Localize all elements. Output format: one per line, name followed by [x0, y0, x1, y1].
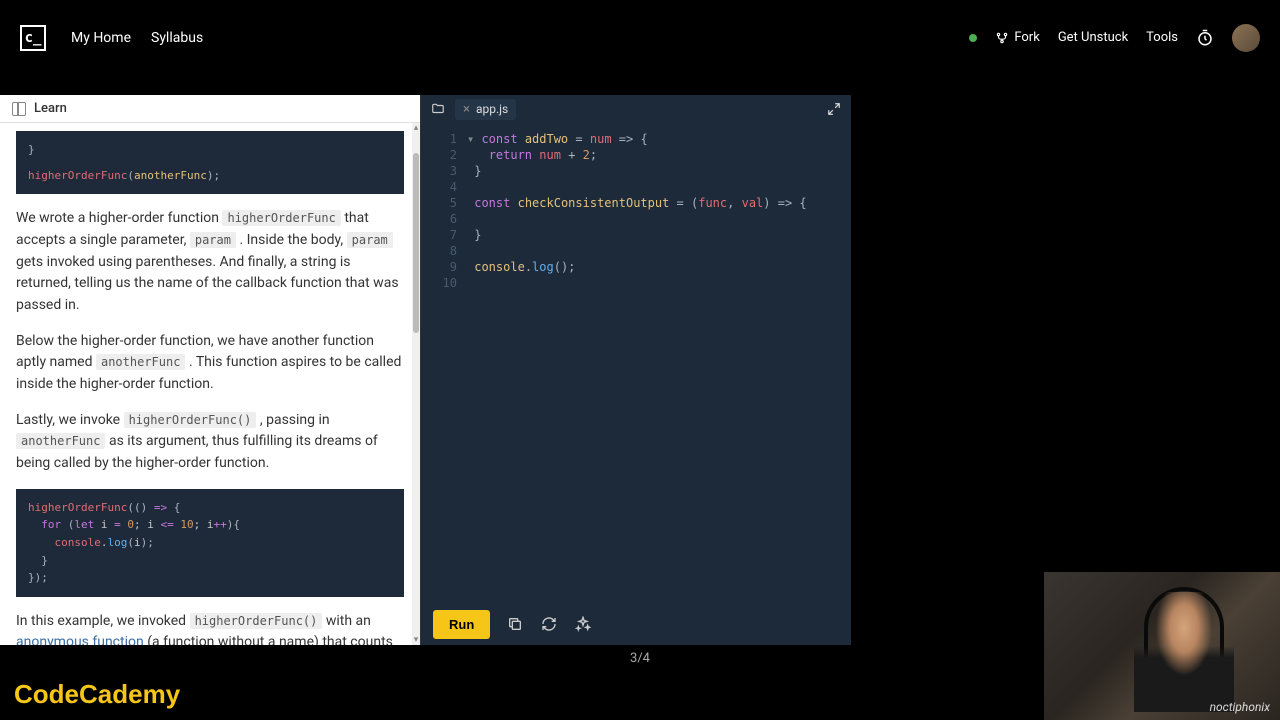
learn-tab-label: Learn — [34, 101, 67, 116]
lesson-paragraph: We wrote a higher-order function higherO… — [16, 208, 404, 316]
fork-button[interactable]: Fork — [995, 30, 1039, 45]
code-example-2: higherOrderFunc(() => { for (let i = 0; … — [16, 489, 404, 597]
nav-my-home[interactable]: My Home — [71, 30, 131, 46]
lesson-paragraph: Lastly, we invoke higherOrderFunc() , pa… — [16, 410, 404, 475]
close-icon[interactable]: × — [463, 102, 470, 117]
fork-icon — [995, 31, 1009, 45]
lesson-content: } higherOrderFunc(anotherFunc); We wrote… — [0, 123, 420, 645]
book-icon — [12, 102, 26, 116]
inline-code: higherOrderFunc() — [124, 412, 257, 428]
inline-code: higherOrderFunc() — [190, 613, 323, 629]
avatar[interactable] — [1232, 24, 1260, 52]
scrollbar-thumb[interactable] — [413, 153, 419, 333]
file-tab[interactable]: × app.js — [455, 99, 516, 120]
lesson-paragraph: In this example, we invoked higherOrderF… — [16, 611, 404, 645]
code-editor[interactable]: 1 2 3 4 5 6 7 8 9 10 ▾ const addTwo = nu… — [421, 123, 851, 603]
header-right: Fork Get Unstuck Tools — [969, 24, 1260, 52]
inline-code: anotherFunc — [16, 433, 105, 449]
nav-syllabus[interactable]: Syllabus — [151, 30, 203, 46]
timer-icon[interactable] — [1196, 29, 1214, 47]
person-silhouette — [1134, 592, 1234, 712]
connection-status-icon — [969, 34, 977, 42]
logo[interactable]: c_ — [20, 25, 46, 51]
logo-text: c_ — [25, 30, 42, 46]
scroll-down-icon[interactable]: ▾ — [412, 635, 420, 645]
webcam-overlay: noctiphonix — [1044, 572, 1280, 720]
scroll-up-icon[interactable]: ▴ — [412, 123, 420, 133]
webcam-username: noctiphonix — [1210, 700, 1270, 714]
editor-toolbar: Run — [421, 603, 851, 645]
refresh-icon[interactable] — [540, 615, 558, 633]
expand-icon[interactable] — [827, 102, 841, 116]
editor-header: × app.js — [421, 95, 851, 123]
brand-watermark: CodeCademy — [14, 679, 180, 710]
inline-code: param — [347, 232, 393, 248]
lesson-panel: Learn } higherOrderFunc(anotherFunc); We… — [0, 95, 421, 645]
inline-code: param — [190, 232, 236, 248]
anonymous-function-link[interactable]: anonymous function — [16, 634, 144, 645]
sparkle-icon[interactable] — [574, 615, 592, 633]
code-content[interactable]: ▾ const addTwo = num => { return num + 2… — [467, 131, 851, 595]
editor-panel: × app.js 1 2 3 4 5 6 7 8 9 10 ▾ const ad… — [421, 95, 851, 645]
lesson-scrollbar[interactable]: ▴ ▾ — [412, 123, 420, 645]
run-button[interactable]: Run — [433, 610, 490, 639]
lesson-paragraph: Below the higher-order function, we have… — [16, 331, 404, 396]
app-header: c_ My Home Syllabus Fork Get Unstuck Too… — [0, 0, 1280, 75]
output-panel — [851, 95, 1280, 645]
fork-label: Fork — [1014, 30, 1039, 45]
get-unstuck-button[interactable]: Get Unstuck — [1058, 30, 1128, 45]
inline-code: higherOrderFunc — [222, 210, 340, 226]
copy-icon[interactable] — [506, 615, 524, 633]
folder-icon[interactable] — [431, 102, 445, 116]
tools-button[interactable]: Tools — [1146, 30, 1178, 45]
line-gutter: 1 2 3 4 5 6 7 8 9 10 — [421, 131, 467, 595]
learn-tab[interactable]: Learn — [0, 95, 420, 123]
file-name: app.js — [476, 102, 508, 116]
main-area: Learn } higherOrderFunc(anotherFunc); We… — [0, 95, 1280, 645]
inline-code: anotherFunc — [96, 354, 185, 370]
page-counter: 3/4 — [630, 651, 650, 666]
code-example-1: } higherOrderFunc(anotherFunc); — [16, 131, 404, 194]
